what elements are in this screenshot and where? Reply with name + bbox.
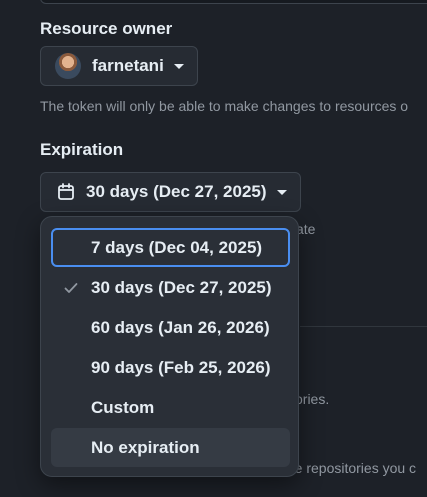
- menu-item-label: 90 days (Feb 25, 2026): [91, 357, 271, 377]
- background-text-fragment: ories.: [295, 391, 330, 407]
- resource-owner-button[interactable]: farnetani: [40, 46, 198, 86]
- avatar: [55, 53, 81, 79]
- expiration-option-custom[interactable]: Custom: [51, 388, 290, 427]
- menu-item-label: 30 days (Dec 27, 2025): [91, 277, 272, 297]
- triangle-down-icon: [173, 63, 184, 69]
- calendar-icon: [58, 183, 74, 200]
- menu-item-label: 60 days (Jan 26, 2026): [91, 317, 270, 337]
- expiration-option-7-days[interactable]: 7 days (Dec 04, 2025): [51, 228, 290, 267]
- check-icon: [64, 283, 78, 293]
- menu-item-label: No expiration: [91, 437, 200, 457]
- menu-item-label: 7 days (Dec 04, 2025): [91, 237, 263, 257]
- expiration-button[interactable]: 30 days (Dec 27, 2025): [40, 172, 301, 212]
- expiration-option-no-expiration[interactable]: No expiration: [51, 428, 290, 467]
- token-name-input[interactable]: [40, 0, 427, 4]
- token-settings-page: Resource owner farnetani The token will …: [0, 0, 427, 497]
- background-text-fragment: re repositories you c: [290, 460, 417, 476]
- expiration-selected-value: 30 days (Dec 27, 2025): [86, 182, 267, 201]
- expiration-label: Expiration: [40, 140, 124, 159]
- resource-owner-help-text: The token will only be able to make chan…: [40, 98, 409, 114]
- expiration-option-90-days[interactable]: 90 days (Feb 25, 2026): [51, 348, 290, 387]
- expiration-option-60-days[interactable]: 60 days (Jan 26, 2026): [51, 308, 290, 347]
- resource-owner-label: Resource owner: [40, 19, 173, 38]
- triangle-down-icon: [276, 189, 287, 195]
- section-divider: [300, 326, 427, 327]
- expiration-option-30-days[interactable]: 30 days (Dec 27, 2025): [51, 268, 290, 307]
- expiration-dropdown-menu: 7 days (Dec 04, 2025) 30 days (Dec 27, 2…: [40, 216, 299, 477]
- menu-item-label: Custom: [91, 397, 155, 417]
- resource-owner-name: farnetani: [92, 56, 164, 75]
